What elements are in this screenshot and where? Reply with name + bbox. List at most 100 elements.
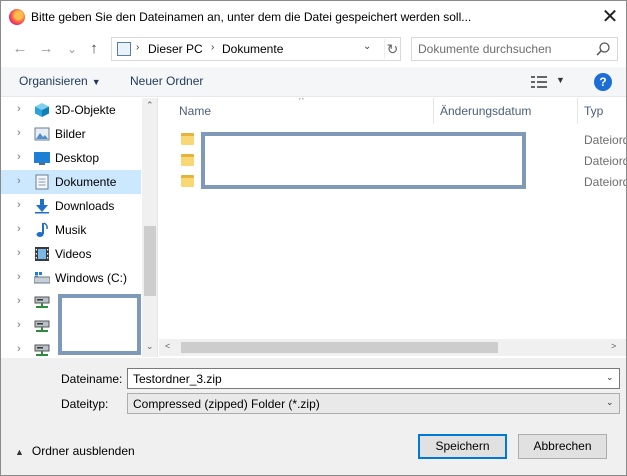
expand-chevron-icon[interactable]: ›: [17, 295, 21, 307]
expand-chevron-icon[interactable]: ›: [17, 151, 21, 163]
chevron-down-icon[interactable]: ⌄: [606, 372, 614, 383]
filename-label: Dateiname:: [61, 372, 123, 386]
column-header-name[interactable]: Name: [179, 104, 211, 118]
redaction-box: [58, 294, 141, 355]
hide-folders-toggle[interactable]: ▲ Ordner ausblenden: [15, 444, 135, 458]
cancel-button[interactable]: Abbrechen: [518, 434, 607, 459]
nav-item-label: Videos: [55, 247, 92, 261]
cube-3d-icon: [35, 103, 49, 117]
save-button[interactable]: Speichern: [418, 434, 507, 459]
firefox-icon: [9, 9, 25, 25]
breadcrumb-separator: ›: [211, 42, 215, 53]
view-options-icon[interactable]: [531, 76, 547, 88]
new-folder-button[interactable]: Neuer Ordner: [130, 74, 203, 88]
folder-icon: [181, 154, 194, 166]
sort-indicator-icon: ^: [299, 98, 304, 106]
recent-locations-button[interactable]: ⌄: [63, 39, 81, 59]
nav-item-label: Downloads: [55, 199, 115, 213]
chevron-down-icon[interactable]: ⌄: [606, 397, 614, 408]
column-divider[interactable]: [577, 98, 578, 124]
up-button[interactable]: ↑: [85, 39, 103, 59]
expand-chevron-icon[interactable]: ›: [17, 103, 21, 115]
expand-chevron-icon[interactable]: ›: [17, 127, 21, 139]
file-list: ^ Name Änderungsdatum Typ Dateiordner Da…: [159, 98, 626, 357]
this-pc-icon: [117, 42, 131, 56]
network-drive-icon: [34, 320, 50, 332]
expand-chevron-icon[interactable]: ›: [17, 319, 21, 331]
save-form: Dateiname: Testordner_3.zip ⌄ Dateityp: …: [1, 358, 626, 475]
nav-pane-scrollbar[interactable]: ⌃ ⌄: [142, 98, 157, 357]
file-type: Dateiordner: [584, 175, 626, 189]
filename-value: Testordner_3.zip: [133, 372, 222, 386]
address-bar[interactable]: › Dieser PC › Dokumente ⌄ ↻: [111, 37, 401, 61]
downloads-icon: [35, 199, 49, 214]
close-button[interactable]: ✕: [597, 4, 623, 30]
network-drive-icon: [34, 296, 50, 308]
search-input[interactable]: [418, 41, 588, 57]
nav-item-downloads[interactable]: › Downloads: [1, 194, 141, 218]
scroll-up-icon[interactable]: ⌃: [146, 100, 154, 111]
nav-item-videos[interactable]: › Videos: [1, 242, 141, 266]
help-icon[interactable]: ?: [594, 73, 612, 91]
breadcrumb-separator: ›: [136, 42, 140, 53]
scroll-right-icon[interactable]: >: [611, 341, 616, 351]
scroll-down-icon[interactable]: ⌄: [146, 341, 154, 352]
desktop-icon: [34, 152, 50, 165]
search-box: [411, 37, 618, 61]
documents-icon: [35, 174, 49, 190]
network-drive-icon: [34, 344, 50, 356]
save-dialog: Bitte geben Sie den Dateinamen an, unter…: [0, 0, 627, 476]
address-dropdown-icon[interactable]: ⌄: [363, 41, 371, 52]
file-type: Dateiordner: [584, 133, 626, 147]
nav-item-label: Windows (C:): [55, 271, 128, 285]
redaction-box: [201, 132, 526, 189]
refresh-icon[interactable]: ↻: [384, 39, 400, 59]
search-icon[interactable]: [595, 41, 611, 57]
expand-chevron-icon[interactable]: ›: [17, 271, 21, 283]
nav-item-3d-objects[interactable]: › 3D-Objekte: [1, 98, 141, 122]
drive-icon: [34, 272, 50, 284]
music-icon: [36, 222, 48, 237]
nav-item-music[interactable]: › Musik: [1, 218, 141, 242]
filetype-select[interactable]: Compressed (zipped) Folder (*.zip) ⌄: [127, 393, 620, 414]
folder-icon: [181, 175, 194, 187]
file-list-scrollbar[interactable]: < >: [159, 339, 626, 356]
folder-icon: [181, 133, 194, 145]
organize-label: Organisieren: [19, 74, 88, 88]
filename-field[interactable]: Testordner_3.zip ⌄: [127, 368, 620, 389]
navigation-pane: › 3D-Objekte › Bilder › Desktop › Dokume…: [1, 98, 158, 357]
filetype-label: Dateityp:: [61, 397, 109, 411]
column-header-type[interactable]: Typ: [584, 104, 603, 118]
breadcrumb-documents[interactable]: Dokumente: [222, 42, 283, 56]
nav-item-label: Bilder: [55, 127, 86, 141]
nav-item-windows-c[interactable]: › Windows (C:): [1, 266, 141, 290]
caret-up-icon: ▲: [15, 447, 24, 457]
expand-chevron-icon[interactable]: ›: [17, 343, 21, 355]
column-header-date[interactable]: Änderungsdatum: [440, 104, 531, 118]
forward-button[interactable]: →: [37, 39, 55, 59]
breadcrumb-this-pc[interactable]: Dieser PC: [148, 42, 203, 56]
nav-item-pictures[interactable]: › Bilder: [1, 122, 141, 146]
hide-folders-label: Ordner ausblenden: [31, 444, 135, 458]
view-dropdown-icon[interactable]: ▼: [556, 75, 565, 85]
file-type: Dateiordner: [584, 154, 626, 168]
expand-chevron-icon[interactable]: ›: [17, 223, 21, 235]
scrollbar-thumb[interactable]: [181, 342, 498, 353]
scrollbar-thumb[interactable]: [144, 226, 156, 296]
nav-item-documents[interactable]: › Dokumente: [1, 170, 141, 194]
expand-chevron-icon[interactable]: ›: [17, 199, 21, 211]
filetype-value: Compressed (zipped) Folder (*.zip): [133, 397, 320, 411]
scroll-left-icon[interactable]: <: [165, 341, 170, 351]
pictures-icon: [34, 127, 50, 141]
title-bar: Bitte geben Sie den Dateinamen an, unter…: [1, 1, 626, 33]
organize-button[interactable]: Organisieren ▼: [19, 74, 101, 88]
nav-item-desktop[interactable]: › Desktop: [1, 146, 141, 170]
caret-down-icon: ▼: [91, 77, 101, 87]
expand-chevron-icon[interactable]: ›: [17, 247, 21, 259]
nav-item-label: Dokumente: [55, 175, 117, 189]
nav-item-label: Musik: [55, 223, 87, 237]
column-divider[interactable]: [433, 98, 434, 124]
command-bar: Organisieren ▼ Neuer Ordner ▼ ?: [1, 67, 626, 97]
back-button[interactable]: ←: [11, 39, 29, 59]
expand-chevron-icon[interactable]: ›: [17, 175, 21, 187]
